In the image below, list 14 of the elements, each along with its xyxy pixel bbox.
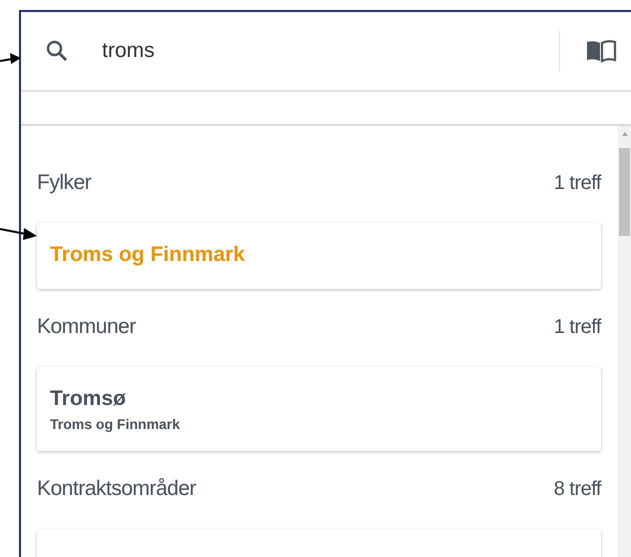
section-title: Fylker <box>37 171 92 195</box>
annotation-arrow <box>0 52 22 66</box>
search-field[interactable]: troms <box>102 39 559 63</box>
result-count: 1 treff <box>554 316 601 338</box>
result-count: 1 treff <box>554 172 601 194</box>
scrollbar[interactable] <box>618 126 631 557</box>
result-count: 8 treff <box>554 478 601 500</box>
result-subtitle: Troms og Finnmark <box>50 416 181 432</box>
section-title: Kontraktsområder <box>37 477 196 501</box>
book-icon[interactable] <box>585 39 617 63</box>
section-title: Kommuner <box>37 315 136 339</box>
annotation-arrow <box>0 225 38 241</box>
search-icon <box>45 39 69 63</box>
result-card[interactable]: Tromsø Troms og Finnmark <box>37 367 601 451</box>
